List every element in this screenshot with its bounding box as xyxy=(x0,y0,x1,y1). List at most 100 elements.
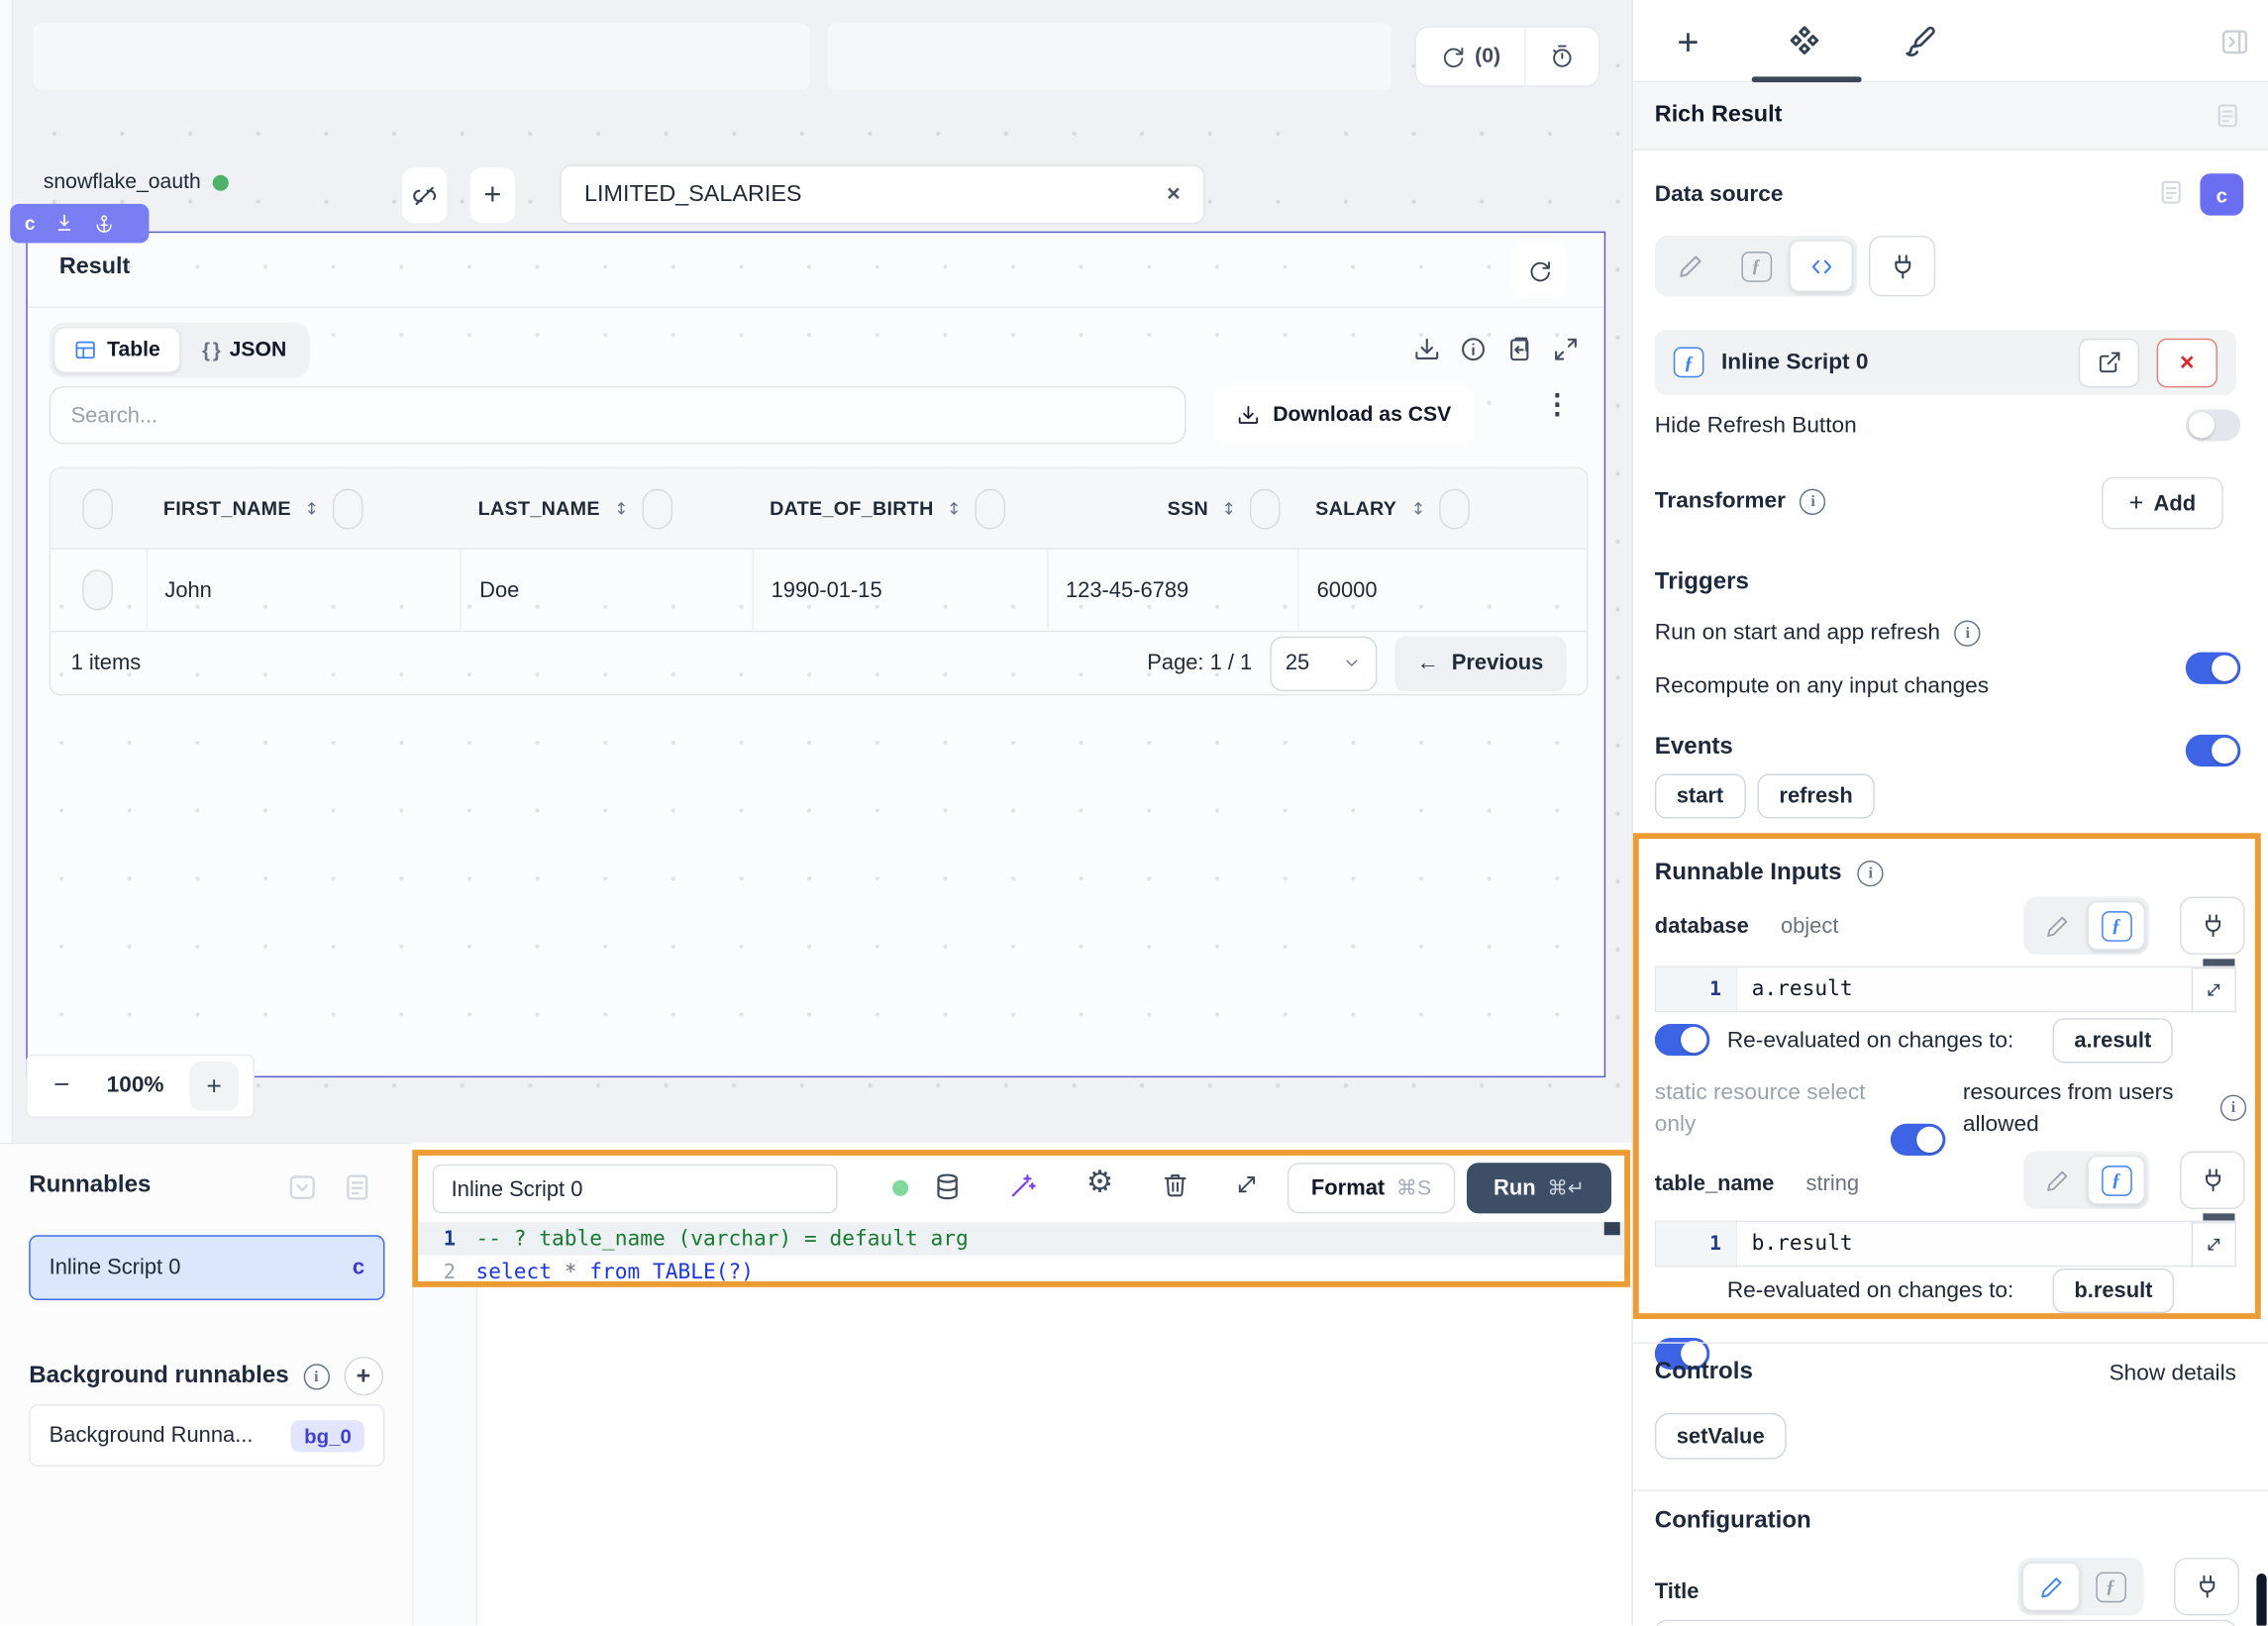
static-mode-option[interactable] xyxy=(2028,901,2086,951)
info-icon[interactable] xyxy=(1460,323,1488,363)
column-checkbox[interactable] xyxy=(1439,488,1470,529)
format-button[interactable]: Format ⌘S xyxy=(1288,1163,1455,1213)
eval-mode-option[interactable] xyxy=(1790,240,1853,292)
download-icon[interactable] xyxy=(1413,323,1441,363)
connect-input-button[interactable] xyxy=(2174,1558,2239,1615)
column-checkbox[interactable] xyxy=(333,488,363,529)
recompute-toggle[interactable] xyxy=(2186,735,2240,766)
collapse-icon[interactable] xyxy=(286,1171,318,1203)
hide-refresh-toggle[interactable] xyxy=(2186,409,2240,441)
rich-result-component[interactable]: Result Table { } JSON Download as CSV xyxy=(26,232,1605,1077)
connect-input-button[interactable] xyxy=(2180,1152,2245,1209)
table-row[interactable]: John Doe 1990-01-15 123-45-6789 60000 xyxy=(51,550,1587,632)
table-name-expression-editor[interactable]: 1 b.result xyxy=(1655,1221,2236,1268)
show-details-link[interactable]: Show details xyxy=(2110,1361,2236,1386)
static-mode-option[interactable] xyxy=(2022,1562,2080,1611)
ai-wand-icon[interactable] xyxy=(1008,1171,1037,1200)
list-icon[interactable] xyxy=(342,1171,373,1203)
add-background-runnable-button[interactable]: + xyxy=(344,1357,382,1395)
column-header[interactable]: FIRST_NAME xyxy=(163,497,291,519)
zoom-in-button[interactable]: + xyxy=(189,1062,239,1111)
settings-tab[interactable] xyxy=(1775,20,1832,63)
attached-script-row[interactable]: ƒ Inline Script 0 × xyxy=(1655,330,2236,395)
column-checkbox[interactable] xyxy=(642,488,672,529)
event-start-pill[interactable]: start xyxy=(1655,773,1745,818)
info-icon[interactable]: i xyxy=(2220,1095,2246,1121)
expand-expression-icon[interactable] xyxy=(2192,966,2236,1011)
allow-user-resources-toggle[interactable] xyxy=(1891,1124,1945,1156)
info-icon[interactable]: i xyxy=(1858,860,1884,885)
reeval-target-pill[interactable]: a.result xyxy=(2052,1018,2173,1063)
zoom-out-button[interactable]: − xyxy=(42,1070,81,1102)
title-value-input[interactable] xyxy=(1655,1620,2236,1626)
gear-icon[interactable]: ⚙ xyxy=(1086,1168,1113,1198)
clear-icon[interactable]: × xyxy=(1144,181,1203,207)
expand-icon[interactable] xyxy=(1552,323,1580,363)
sort-icon[interactable] xyxy=(1220,499,1239,518)
script-name-input[interactable] xyxy=(434,1166,836,1212)
collapse-panel-icon[interactable] xyxy=(2206,20,2263,63)
panel-scrollbar-thumb[interactable] xyxy=(2256,1574,2266,1626)
runnable-item-background-0[interactable]: Background Runna... bg_0 xyxy=(29,1404,384,1467)
kebab-menu-icon[interactable]: ⋮ xyxy=(1543,389,1571,423)
insert-tab[interactable]: + xyxy=(1659,20,1716,63)
editor-scrollbar-thumb[interactable] xyxy=(1604,1222,1620,1235)
download-csv-button[interactable]: Download as CSV xyxy=(1213,386,1474,444)
code-editor-body[interactable] xyxy=(412,1287,1630,1626)
connect-input-button[interactable] xyxy=(2180,897,2245,955)
database-expression-editor[interactable]: 1 a.result xyxy=(1655,966,2236,1013)
database-icon[interactable] xyxy=(933,1171,962,1202)
connect-input-button[interactable] xyxy=(1869,236,1935,296)
sort-icon[interactable] xyxy=(611,499,630,518)
sort-icon[interactable] xyxy=(302,499,321,518)
info-icon[interactable]: i xyxy=(1801,489,1826,515)
eval-mode-option[interactable]: ƒ xyxy=(2082,1562,2139,1611)
docs-icon[interactable] xyxy=(2214,101,2242,130)
sort-icon[interactable] xyxy=(1408,499,1427,518)
column-header[interactable]: DATE_OF_BIRTH xyxy=(770,497,934,519)
info-icon[interactable]: i xyxy=(1955,621,1981,647)
event-refresh-pill[interactable]: refresh xyxy=(1758,773,1875,818)
refresh-all-button[interactable]: (0) xyxy=(1416,28,1526,85)
template-mode-option[interactable]: ƒ xyxy=(1724,240,1788,292)
detach-script-button[interactable]: × xyxy=(2157,338,2217,387)
previous-page-button[interactable]: ← Previous xyxy=(1393,636,1566,690)
column-checkbox[interactable] xyxy=(976,488,1006,529)
sort-icon[interactable] xyxy=(945,499,964,518)
unlink-button[interactable] xyxy=(402,167,447,222)
page-size-select[interactable]: 25 xyxy=(1270,636,1377,690)
component-selection-toolbar[interactable]: c xyxy=(10,204,149,243)
column-header[interactable]: SSN xyxy=(1168,497,1208,519)
row-checkbox[interactable] xyxy=(83,569,114,610)
column-header[interactable]: SALARY xyxy=(1315,497,1396,519)
reeval-target-pill[interactable]: b.result xyxy=(2052,1269,2174,1313)
style-tab[interactable] xyxy=(1891,20,1948,63)
column-header[interactable]: LAST_NAME xyxy=(478,497,600,519)
table-select-input[interactable] xyxy=(562,181,1144,207)
result-refresh-button[interactable] xyxy=(1511,243,1566,297)
table-search-input[interactable] xyxy=(51,387,1185,442)
static-mode-option[interactable] xyxy=(2028,1156,2086,1205)
add-transformer-button[interactable]: + Add xyxy=(2102,477,2223,530)
tab-json[interactable]: { } JSON xyxy=(183,327,305,373)
docs-icon[interactable] xyxy=(2157,178,2186,207)
expand-editor-icon[interactable] xyxy=(1234,1171,1260,1197)
expand-expression-icon[interactable] xyxy=(2192,1221,2236,1266)
trash-icon[interactable] xyxy=(1162,1171,1189,1199)
runnable-item-inline-script-0[interactable]: Inline Script 0 c xyxy=(29,1235,384,1300)
column-checkbox[interactable] xyxy=(1250,488,1281,529)
tab-table[interactable]: Table xyxy=(53,327,180,373)
info-icon[interactable]: i xyxy=(303,1364,329,1389)
static-mode-option[interactable] xyxy=(1659,240,1722,292)
setvalue-pill[interactable]: setValue xyxy=(1655,1413,1787,1460)
eval-mode-option[interactable]: ƒ xyxy=(2088,1156,2145,1205)
open-script-button[interactable] xyxy=(2079,338,2139,387)
add-button[interactable]: + xyxy=(470,167,515,222)
run-on-start-toggle[interactable] xyxy=(2186,653,2240,684)
code-line[interactable]: 2 select * from TABLE(?) xyxy=(418,1256,1624,1289)
eval-mode-option[interactable]: ƒ xyxy=(2088,901,2145,951)
select-all-checkbox[interactable] xyxy=(83,488,114,529)
code-line[interactable]: 1 -- ? table_name (varchar) = default ar… xyxy=(418,1222,1624,1256)
database-reeval-toggle[interactable] xyxy=(1655,1024,1709,1056)
run-button[interactable]: Run ⌘↵ xyxy=(1467,1163,1611,1213)
